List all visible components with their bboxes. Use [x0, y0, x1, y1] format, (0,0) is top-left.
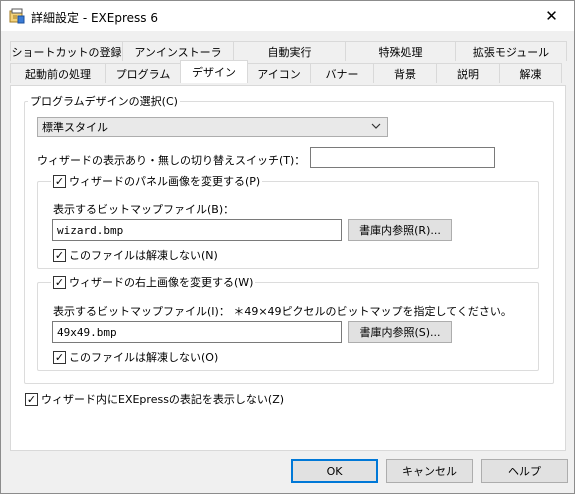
- panel-image-browse-button[interactable]: 書庫内参照(R)...: [348, 219, 452, 241]
- panel-image-checkbox-label: ウィザードのパネル画像を変更する(P): [69, 175, 261, 188]
- tab-icon[interactable]: アイコン: [247, 63, 311, 83]
- tab-design[interactable]: デザイン: [180, 60, 248, 83]
- checkmark-icon: ✓: [53, 174, 66, 188]
- corner-image-checkbox[interactable]: ✓ ウィザードの右上画像を変更する(W): [51, 275, 256, 289]
- corner-image-no-extract-checkbox[interactable]: ✓ このファイルは解凍しない(O): [53, 349, 218, 365]
- hide-branding-checkbox[interactable]: ✓ ウィザード内にEXEpressの表記を表示しない(Z): [25, 391, 284, 407]
- panel-image-checkbox[interactable]: ✓ ウィザードのパネル画像を変更する(P): [51, 174, 263, 188]
- panel-image-file-input[interactable]: wizard.bmp: [52, 219, 342, 241]
- tab-special[interactable]: 特殊処理: [345, 41, 456, 61]
- tab-prelaunch[interactable]: 起動前の処理: [10, 63, 106, 83]
- tab-description[interactable]: 説明: [436, 63, 500, 83]
- close-icon: ✕: [545, 7, 558, 25]
- tab-shortcut[interactable]: ショートカットの登録: [10, 41, 123, 61]
- close-button[interactable]: ✕: [529, 1, 574, 31]
- tab-background[interactable]: 背景: [373, 63, 437, 83]
- tab-extension[interactable]: 拡張モジュール: [455, 41, 567, 61]
- style-select[interactable]: 標準スタイル: [37, 117, 388, 137]
- toggle-switch-label: ウィザードの表示あり・無しの切り替えスイッチ(T)：: [37, 154, 306, 167]
- tab-row-top: ショートカットの登録 アンインストーラ 自動実行 特殊処理 拡張モジュール: [10, 41, 567, 61]
- panel-image-no-extract-checkbox[interactable]: ✓ このファイルは解凍しない(N): [53, 247, 218, 263]
- tab-extract[interactable]: 解凍: [499, 63, 562, 83]
- tab-uninstaller[interactable]: アンインストーラ: [122, 41, 234, 61]
- tab-row-bottom: 起動前の処理 プログラム デザイン アイコン バナー 背景 説明 解凍: [10, 60, 562, 83]
- corner-image-file-label: 表示するビットマップファイル(I)： ＊49×49ピクセルのビットマップを指定し…: [53, 305, 512, 318]
- program-design-label: プログラムデザインの選択(C): [28, 94, 180, 108]
- checkmark-icon: ✓: [53, 275, 66, 289]
- tab-panel-design: プログラムデザインの選択(C) 標準スタイル ウィザードの表示あり・無しの切り替…: [10, 85, 566, 451]
- corner-image-no-extract-label: このファイルは解凍しない(O): [69, 351, 219, 364]
- ok-button[interactable]: OK: [291, 459, 378, 483]
- corner-image-file-input[interactable]: 49x49.bmp: [52, 321, 342, 343]
- checkmark-icon: ✓: [25, 392, 38, 406]
- cancel-button[interactable]: キャンセル: [386, 459, 473, 483]
- corner-image-checkbox-label: ウィザードの右上画像を変更する(W): [69, 276, 254, 289]
- corner-image-browse-button[interactable]: 書庫内参照(S)...: [348, 321, 452, 343]
- checkmark-icon: ✓: [53, 248, 66, 262]
- window-title: 詳細設定 - EXEpress 6: [31, 11, 158, 25]
- chevron-down-icon: [371, 121, 381, 134]
- hide-branding-label: ウィザード内にEXEpressの表記を表示しない(Z): [41, 393, 285, 406]
- style-select-value: 標準スタイル: [42, 121, 108, 134]
- tab-banner[interactable]: バナー: [310, 63, 374, 83]
- help-button[interactable]: ヘルプ: [481, 459, 568, 483]
- checkmark-icon: ✓: [53, 350, 66, 364]
- panel-image-no-extract-label: このファイルは解凍しない(N): [69, 249, 218, 262]
- panel-image-file-label: 表示するビットマップファイル(B)：: [53, 203, 235, 216]
- tab-autorun[interactable]: 自動実行: [233, 41, 346, 61]
- title-bar: 詳細設定 - EXEpress 6 ✕: [1, 1, 574, 31]
- tab-program[interactable]: プログラム: [105, 63, 181, 83]
- dialog-window: 詳細設定 - EXEpress 6 ✕ ショートカットの登録 アンインストーラ …: [0, 0, 575, 494]
- installer-box-icon: [9, 8, 25, 24]
- toggle-switch-input[interactable]: [310, 147, 495, 168]
